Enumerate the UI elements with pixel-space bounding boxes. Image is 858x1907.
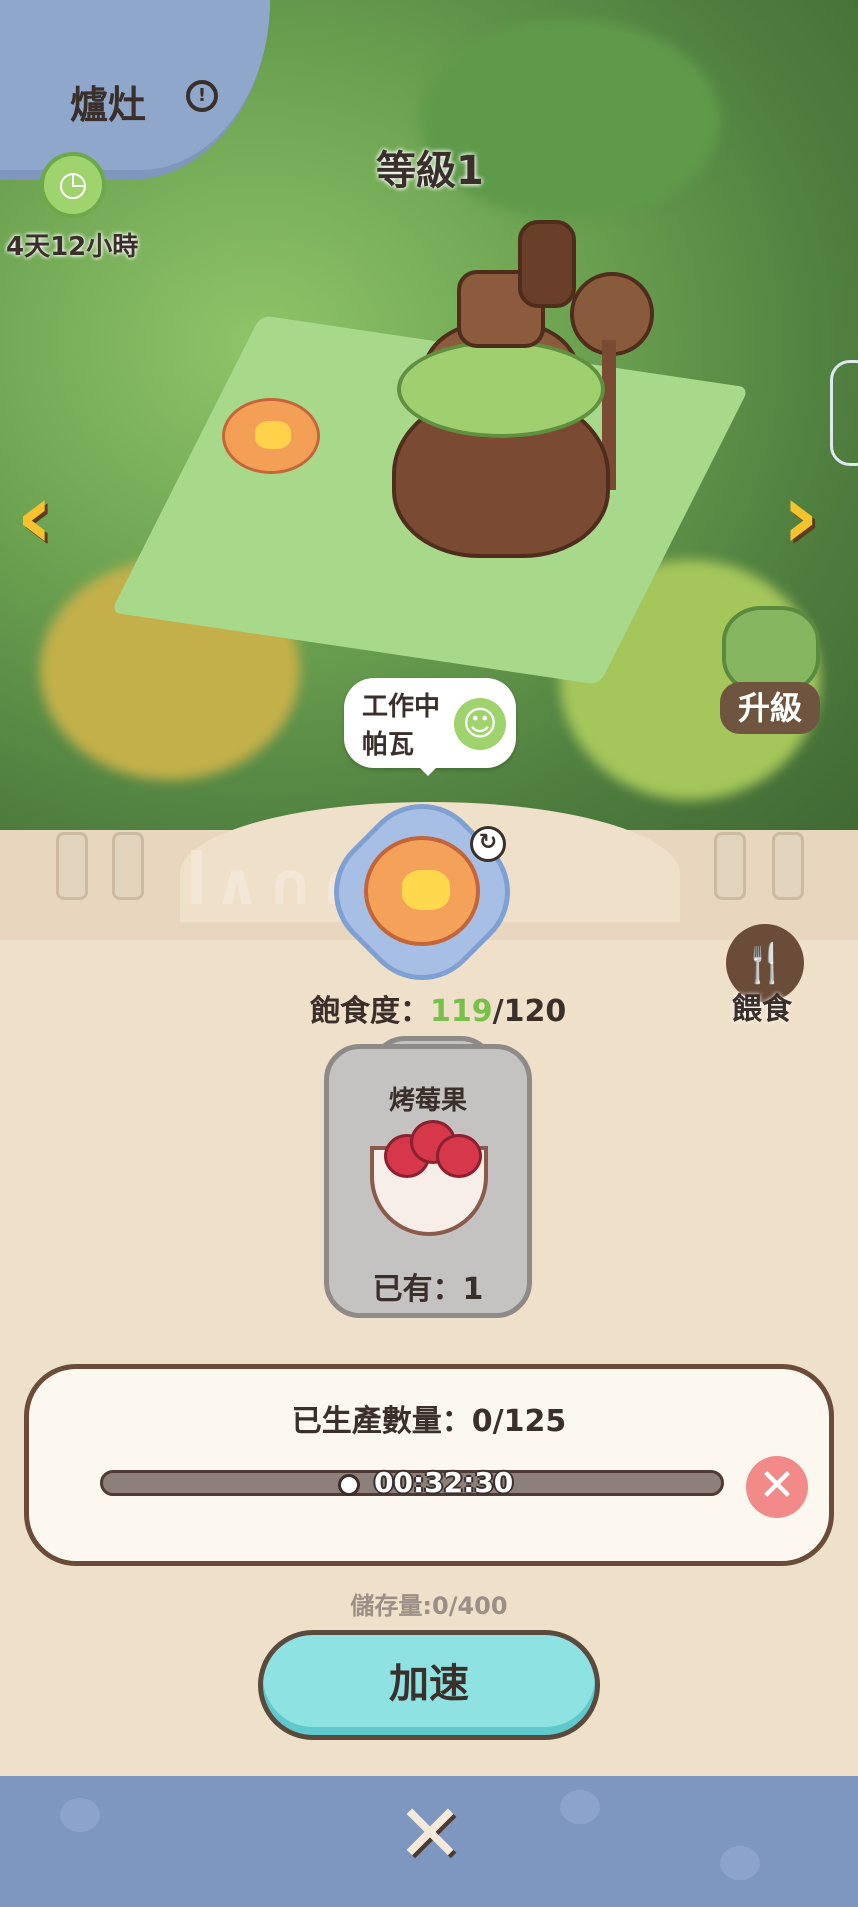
satiety-current: 119 [430,994,493,1029]
cancel-icon[interactable]: ✕ [746,1456,808,1518]
pal-name: 帕瓦 [362,730,415,760]
oven-building[interactable] [392,220,610,560]
building-title: 爐灶 [70,83,147,127]
status-bubble: 工作中 帕瓦 ☺ [344,678,516,776]
arrow-left-icon[interactable]: ‹ [16,472,76,562]
production-box [24,1364,834,1566]
pal-in-scene [222,398,320,474]
oven-leaves [397,340,605,438]
remaining-time: 00:32:30 [374,1466,514,1499]
smile-icon: ☺ [454,698,506,750]
arrow-right-icon[interactable]: › [782,472,842,562]
status-text: 工作中 [362,692,441,722]
clock-icon [338,1474,360,1496]
paw-decoration [560,1790,600,1824]
item-name: 烤莓果 [388,1086,467,1116]
oven-lid [518,220,576,308]
fence-post [772,832,804,900]
paw-decoration [720,1846,760,1880]
pal-avatar[interactable] [364,836,480,946]
production-count: 已生產數量：0/125 [291,1404,567,1439]
satiety-label: 飽食度： [310,994,430,1029]
berries-icon [384,1120,482,1180]
owned-count: 已有：1 [372,1272,484,1307]
upgrade-button[interactable]: 升級 [720,682,820,734]
satiety-display: 飽食度：119/120 [310,986,566,1030]
fence-post [112,832,144,900]
paw-decoration [60,1798,100,1832]
refresh-icon[interactable]: ↻ [470,826,506,862]
info-icon[interactable]: ! [186,80,218,112]
close-icon[interactable]: ✕ [396,1794,464,1874]
feed-button-label[interactable]: 餵食 [732,984,792,1028]
timer-text: 4天12小時 [6,232,139,262]
satiety-max: /120 [492,994,567,1029]
storage-amount: 儲存量:0/400 [350,1592,508,1620]
upgrade-icon[interactable] [722,606,820,694]
fence-post [714,832,746,900]
fence-post [56,832,88,900]
timer-icon [40,152,106,218]
speed-up-button[interactable]: 加速 [258,1630,600,1740]
level-label: 等級1 [376,148,484,194]
berry [436,1134,482,1178]
side-panel-handle[interactable] [830,360,858,466]
